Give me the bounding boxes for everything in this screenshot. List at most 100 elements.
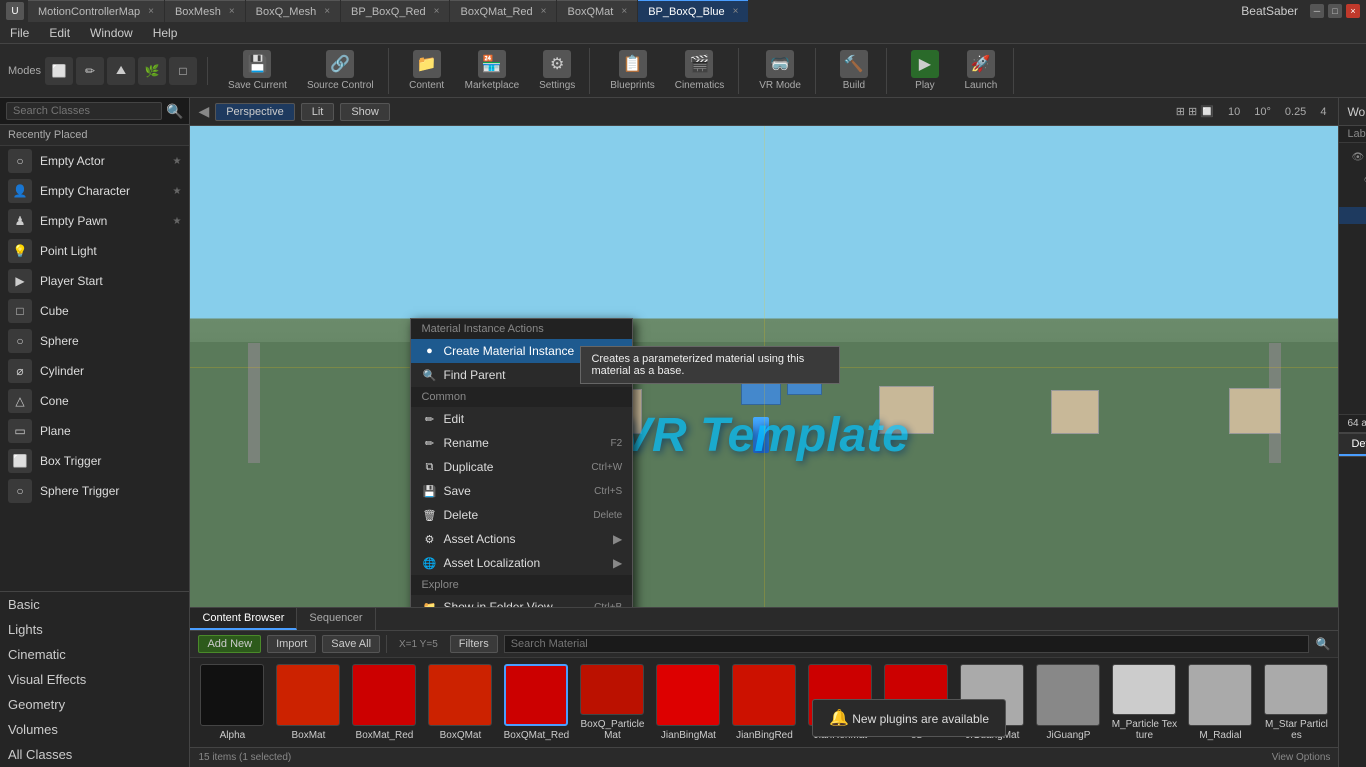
class-item-player-start[interactable]: ▶ Player Start [0,266,189,296]
asset-alpha[interactable]: Alpha [198,664,266,741]
tab-4[interactable]: BoxQMat_Red× [450,0,556,22]
tab-0[interactable]: MotionControllerMap× [28,0,164,22]
search-classes-input[interactable] [6,102,162,120]
ctx-edit[interactable]: ✏ Edit [411,407,632,431]
save-current-button[interactable]: 💾 Save Current [220,46,295,95]
tab-6[interactable]: BP_BoxQ_Blue× [638,0,748,22]
nav-volumes[interactable]: Volumes [0,717,189,742]
outliner-item-cube10[interactable]: 👁 ⬜ EditorCube10 StaticMeshActor [1339,258,1366,275]
asset-jiguangp[interactable]: JiGuangP [1034,664,1102,741]
filters-button[interactable]: Filters [450,635,498,653]
lit-button[interactable]: Lit [301,103,335,121]
source-control-button[interactable]: 🔗 Source Control [299,46,382,95]
blueprints-button[interactable]: 📋 Blueprints [602,46,662,95]
view-options[interactable]: View Options [1272,752,1331,763]
outliner-item-cube17[interactable]: 👁 ⬜ EditorCube17 StaticMeshActor [1339,377,1366,394]
tab-2[interactable]: BoxQ_Mesh× [246,0,340,22]
ctx-duplicate[interactable]: ⧉ Duplicate Ctrl+W [411,455,632,479]
asset-jianbingmat[interactable]: JianBingMat [654,664,722,741]
tab-5[interactable]: BoxQMat× [557,0,637,22]
asset-m-particle[interactable]: M_Particle Texture [1110,664,1178,741]
ctx-asset-localization[interactable]: 🌐 Asset Localization ▶ [411,551,632,575]
settings-button[interactable]: ⚙ Settings [531,46,583,95]
nav-basic[interactable]: Basic [0,592,189,617]
content-button[interactable]: 📁 Content [401,46,453,95]
play-button[interactable]: ▶ Play [899,46,951,95]
details-tab-details[interactable]: Details [1339,434,1366,456]
outliner-item-bp-pickup[interactable]: 👁 ⬜ BP_PickupCube Edit BP_PickupCube [1339,207,1366,224]
menu-window[interactable]: Window [86,24,137,42]
ctx-rename[interactable]: ✏ Rename F2 [411,431,632,455]
nav-lights[interactable]: Lights [0,617,189,642]
outliner-item-cube13[interactable]: 👁 ⬜ EditorCube13 StaticMeshActor [1339,309,1366,326]
tool-mode-1[interactable]: ⬜ [45,57,73,85]
asset-jianbingred[interactable]: JianBingRed [730,664,798,741]
class-item-sphere[interactable]: ○ Sphere [0,326,189,356]
asset-boxmat-red[interactable]: BoxMat_Red [350,664,418,741]
outliner-item-motioncontrollermap[interactable]: 👁 🌐 MotionControllerMap (Editor) World [1339,143,1366,171]
close-button[interactable]: × [1346,4,1360,18]
asset-boxqmat-red[interactable]: BoxQMat_Red [502,664,570,741]
vp-nav-left[interactable]: ◀ [198,103,209,120]
class-item-sphere-trigger[interactable]: ○ Sphere Trigger [0,476,189,506]
nav-geometry[interactable]: Geometry [0,692,189,717]
cube-icon: □ [8,299,32,323]
outliner-item-cubes[interactable]: 👁 📁 Cubes Folder [1339,189,1366,207]
maximize-button[interactable]: □ [1328,4,1342,18]
class-item-plane[interactable]: ▭ Plane [0,416,189,446]
outliner-item-cube14[interactable]: 👁 ⬜ EditorCube14 StaticMeshActor [1339,326,1366,343]
nav-visual-effects[interactable]: Visual Effects [0,667,189,692]
marketplace-button[interactable]: 🏪 Marketplace [457,46,527,95]
class-item-point-light[interactable]: 💡 Point Light [0,236,189,266]
launch-button[interactable]: 🚀 Launch [955,46,1007,95]
ctx-show-folder[interactable]: 📁 Show in Folder View Ctrl+B [411,595,632,607]
tab-1[interactable]: BoxMesh× [165,0,245,22]
tool-mode-4[interactable]: 🌿 [138,57,166,85]
cb-search-icon[interactable]: 🔍 [1315,637,1330,651]
asset-boxmat[interactable]: BoxMat [274,664,342,741]
menu-help[interactable]: Help [149,24,182,42]
ctx-save[interactable]: 💾 Save Ctrl+S [411,479,632,503]
ctx-delete[interactable]: 🗑 Delete Delete [411,503,632,527]
menu-edit[interactable]: Edit [45,24,74,42]
import-button[interactable]: Import [267,635,316,653]
minimize-button[interactable]: ─ [1310,4,1324,18]
cb-tab-sequencer[interactable]: Sequencer [297,608,375,630]
add-new-button[interactable]: Add New [198,635,261,653]
outliner-item-cube11[interactable]: 👁 ⬜ EditorCube11 StaticMeshActor [1339,275,1366,292]
tool-mode-5[interactable]: □ [169,57,197,85]
outliner-item-cube8[interactable]: 👁 ⬜ EditorCube8 StaticMeshActor [1339,224,1366,241]
build-button[interactable]: 🔨 Build [828,46,880,95]
outliner-item-cube9[interactable]: 👁 ⬜ EditorCube9 StaticMeshActor [1339,241,1366,258]
asset-boxqmat[interactable]: BoxQMat [426,664,494,741]
class-item-cylinder[interactable]: ⌀ Cylinder [0,356,189,386]
class-item-empty-pawn[interactable]: ♟ Empty Pawn ★ [0,206,189,236]
tool-mode-2[interactable]: ✏ [76,57,104,85]
ctx-asset-actions[interactable]: ⚙ Asset Actions ▶ [411,527,632,551]
outliner-item-cube16[interactable]: 👁 ⬜ EditorCube16 StaticMeshActor [1339,360,1366,377]
outliner-item-cube12[interactable]: 👁 ⬜ EditorCube12 StaticMeshActor [1339,292,1366,309]
nav-all-classes[interactable]: All Classes [0,742,189,767]
outliner-item-cube15[interactable]: 👁 ⬜ EditorCube15 StaticMeshActor [1339,343,1366,360]
asset-m-radial[interactable]: M_Radial [1186,664,1254,741]
class-item-empty-character[interactable]: 👤 Empty Character ★ [0,176,189,206]
nav-cinematic[interactable]: Cinematic [0,642,189,667]
cinematics-button[interactable]: 🎬 Cinematics [667,46,732,95]
class-item-box-trigger[interactable]: ⬜ Box Trigger [0,446,189,476]
save-all-button[interactable]: Save All [322,635,380,653]
tool-mode-3[interactable]: ⛰ [107,57,135,85]
outliner-item-areageometry[interactable]: 👁 📁 ArenaGeometry Folder [1339,171,1366,189]
menu-file[interactable]: File [6,24,33,42]
cb-search-input[interactable] [504,635,1310,653]
show-button[interactable]: Show [340,103,390,121]
class-item-cone[interactable]: △ Cone [0,386,189,416]
class-item-cube[interactable]: □ Cube [0,296,189,326]
ctx-duplicate-shortcut: Ctrl+W [591,462,622,473]
cb-tab-content[interactable]: Content Browser [190,608,297,630]
asset-boxq-particle[interactable]: BoxQ_Particle Mat [578,664,646,741]
class-item-empty-actor[interactable]: ○ Empty Actor ★ [0,146,189,176]
asset-m-star[interactable]: M_Star Particles [1262,664,1330,741]
perspective-button[interactable]: Perspective [215,103,294,121]
vr-mode-button[interactable]: 🥽 VR Mode [751,46,809,95]
tab-3[interactable]: BP_BoxQ_Red× [341,0,449,22]
